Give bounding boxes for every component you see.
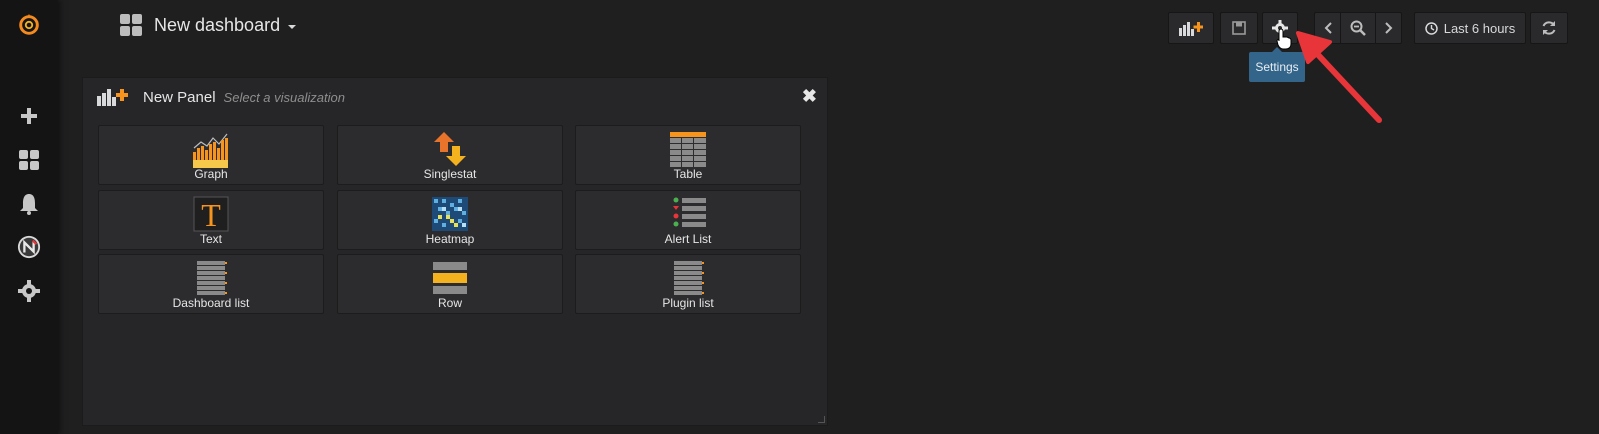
- time-range-picker[interactable]: Last 6 hours: [1414, 12, 1526, 44]
- viz-label: Text: [199, 232, 222, 246]
- viz-label: Plugin list: [662, 296, 714, 310]
- refresh-icon: [1542, 21, 1556, 35]
- dashboard-title: New dashboard: [154, 14, 281, 35]
- dashboard-grid-icon: [120, 14, 142, 36]
- viz-label: Graph: [194, 167, 228, 181]
- viz-plugin-list[interactable]: Plugin list: [575, 254, 801, 314]
- panel-header: New Panel Select a visualization: [97, 88, 345, 106]
- graph-icon: [193, 133, 228, 168]
- viz-text[interactable]: T Text: [98, 190, 324, 250]
- clock-icon: [1424, 21, 1438, 35]
- panel-resize-handle[interactable]: [818, 416, 825, 423]
- panel-subtitle: Select a visualization: [223, 89, 345, 105]
- plugin-list-icon: [674, 261, 704, 295]
- add-panel-icon: [1179, 22, 1203, 36]
- annotation-arrow-icon: [1296, 31, 1382, 123]
- viz-alert-list[interactable]: Alert List: [575, 190, 801, 250]
- text-icon: T: [193, 196, 229, 233]
- add-panel-icon: [97, 89, 128, 106]
- viz-table[interactable]: Table: [575, 125, 801, 185]
- viz-label: Heatmap: [425, 232, 475, 246]
- viz-heatmap[interactable]: Heatmap: [337, 190, 563, 250]
- viz-dashboard-list[interactable]: Dashboard list: [98, 254, 324, 314]
- viz-label: Alert List: [664, 232, 712, 246]
- bell-icon[interactable]: [17, 192, 41, 216]
- heatmap-icon: [432, 197, 468, 231]
- viz-label: Dashboard list: [172, 296, 250, 310]
- grafana-logo-icon[interactable]: [17, 13, 41, 37]
- viz-row[interactable]: Row: [337, 254, 563, 314]
- user-avatar-icon[interactable]: [17, 235, 41, 259]
- plus-icon[interactable]: [17, 104, 41, 128]
- time-range-label: Last 6 hours: [1443, 20, 1516, 36]
- chevron-down-icon: [288, 25, 297, 29]
- gear-icon[interactable]: [17, 279, 41, 303]
- dashboards-icon[interactable]: [17, 148, 41, 172]
- add-panel-button[interactable]: [1168, 12, 1214, 44]
- close-panel-button[interactable]: ✖: [802, 87, 817, 105]
- singlestat-icon: [434, 132, 466, 166]
- save-button[interactable]: [1220, 12, 1258, 44]
- viz-label: Table: [673, 167, 703, 181]
- row-icon: [433, 262, 467, 294]
- viz-graph[interactable]: Graph: [98, 125, 324, 185]
- viz-singlestat[interactable]: Singlestat: [337, 125, 563, 185]
- svg-text:T: T: [201, 197, 221, 233]
- refresh-button[interactable]: [1530, 12, 1568, 44]
- table-icon: [670, 132, 706, 167]
- sidebar: [0, 0, 58, 434]
- alert-list-icon: [673, 197, 706, 227]
- viz-label: Singlestat: [423, 167, 477, 181]
- dashboard-list-icon: [197, 261, 227, 295]
- viz-label: Row: [437, 296, 462, 310]
- panel-title: New Panel: [143, 88, 216, 106]
- dashboard-picker[interactable]: New dashboard: [120, 14, 297, 36]
- new-panel: New Panel Select a visualization ✖ Graph…: [82, 77, 828, 426]
- save-icon: [1232, 21, 1246, 35]
